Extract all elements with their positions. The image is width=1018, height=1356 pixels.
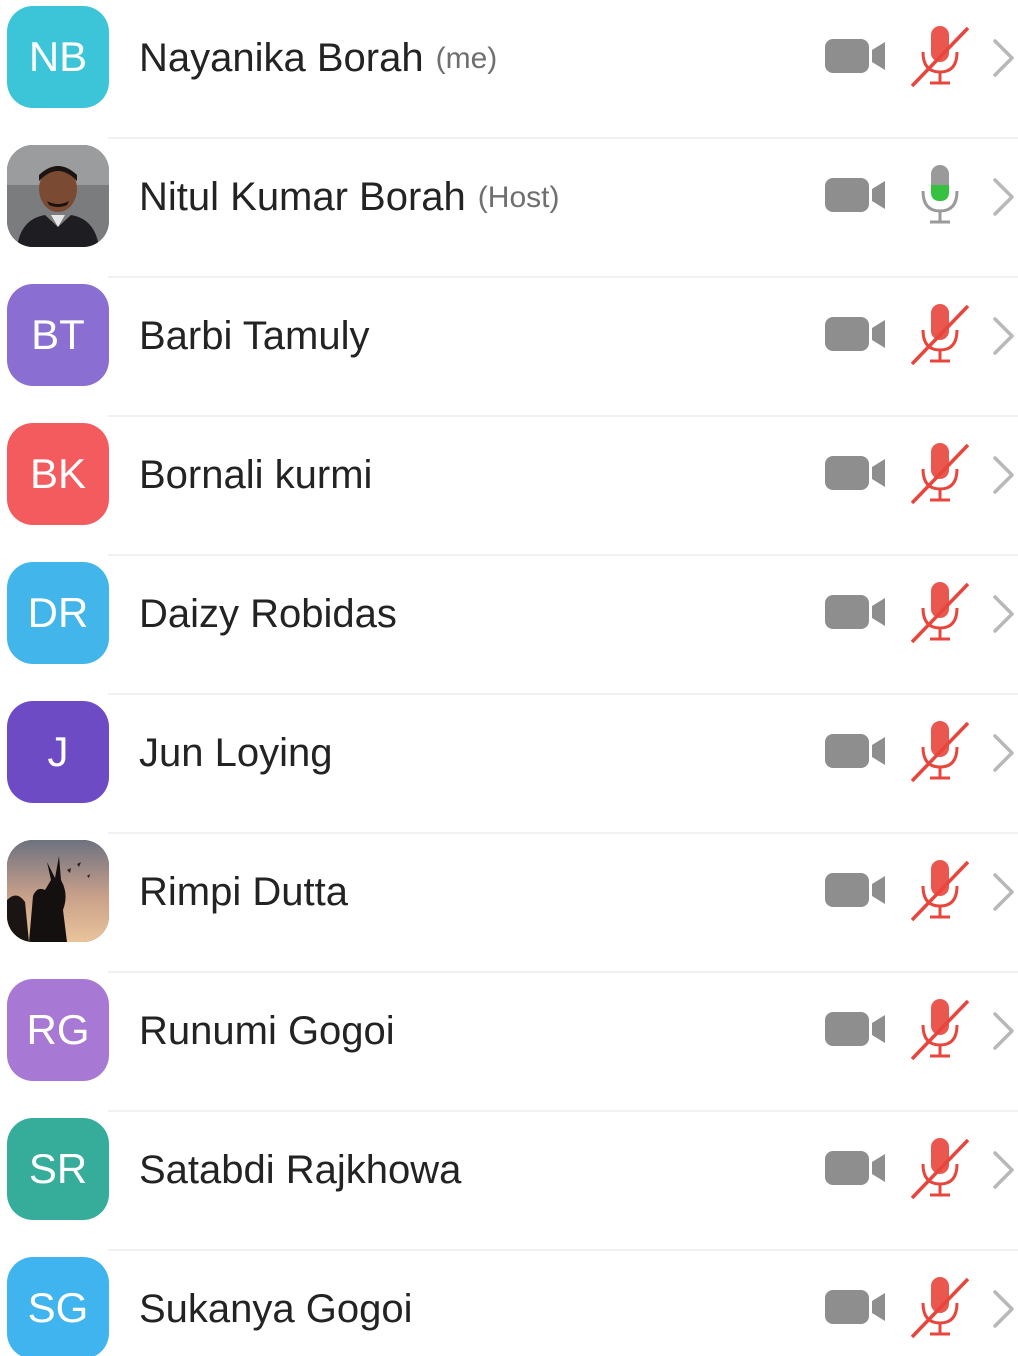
mic-muted-icon[interactable] [908,1275,972,1339]
avatar: DR [7,562,109,664]
avatar: SR [7,1118,109,1220]
avatar: NB [7,6,109,108]
participant-row[interactable]: BK Bornali kurmi [0,417,1018,556]
avatar [7,145,109,247]
avatar: J [7,701,109,803]
video-camera-icon[interactable] [825,872,887,908]
participant-row[interactable]: BT Barbi Tamuly [0,278,1018,417]
profile-photo-icon [7,145,109,247]
mic-muted-icon[interactable] [908,24,972,88]
video-camera-icon[interactable] [825,38,887,74]
chevron-right-icon[interactable] [990,1289,1016,1329]
chevron-right-icon[interactable] [990,38,1016,78]
chevron-right-icon[interactable] [990,733,1016,773]
chevron-right-icon[interactable] [990,455,1016,495]
participant-row[interactable]: J Jun Loying [0,695,1018,834]
video-camera-icon[interactable] [825,1289,887,1325]
chevron-right-icon[interactable] [990,1150,1016,1190]
participant-name: Rimpi Dutta [139,870,348,914]
participant-name-group: Jun Loying [139,695,332,812]
mic-muted-icon[interactable] [908,1136,972,1200]
participant-name-group: Barbi Tamuly [139,278,369,395]
participant-name-group: Satabdi Rajkhowa [139,1112,461,1229]
participant-name: Daizy Robidas [139,592,397,636]
mic-active-icon[interactable] [908,163,972,227]
video-camera-icon[interactable] [825,1011,887,1047]
participant-name-group: Rimpi Dutta [139,834,348,951]
chevron-right-icon[interactable] [990,177,1016,217]
participant-name: Satabdi Rajkhowa [139,1148,462,1192]
avatar-initials: BK [29,450,87,497]
avatar [7,840,109,942]
participant-name: Sukanya Gogoi [139,1287,413,1331]
participant-name: Jun Loying [139,731,333,775]
avatar: RG [7,979,109,1081]
chevron-right-icon[interactable] [990,872,1016,912]
participant-name-group: Runumi Gogoi [139,973,395,1090]
mic-muted-icon[interactable] [908,719,972,783]
avatar-initials: J [47,728,69,775]
avatar-initials: RG [26,1006,90,1053]
mic-muted-icon[interactable] [908,858,972,922]
participant-row[interactable]: NB Nayanika Borah (me) [0,0,1018,139]
profile-photo-icon [7,840,109,942]
avatar-initials: SR [28,1145,88,1192]
chevron-right-icon[interactable] [990,594,1016,634]
participant-row[interactable]: RG Runumi Gogoi [0,973,1018,1112]
mic-muted-icon[interactable] [908,441,972,505]
avatar: SG [7,1257,109,1356]
participant-row[interactable]: SR Satabdi Rajkhowa [0,1112,1018,1251]
participant-name-group: Nayanika Borah (me) [139,0,497,117]
avatar-initials: BT [31,311,85,358]
participant-role-tag: (Host) [477,180,560,214]
avatar-initials: SG [27,1284,89,1331]
participant-list: NB Nayanika Borah (me) Nitul Kumar Borah (Ho… [0,0,1018,1356]
avatar: BK [7,423,109,525]
video-camera-icon[interactable] [825,1150,887,1186]
mic-muted-icon[interactable] [908,580,972,644]
participant-name: Nayanika Borah [139,36,424,80]
participant-name: Runumi Gogoi [139,1009,395,1053]
chevron-right-icon[interactable] [990,316,1016,356]
video-camera-icon[interactable] [825,455,887,491]
participant-row[interactable]: Rimpi Dutta [0,834,1018,973]
video-camera-icon[interactable] [825,594,887,630]
mic-muted-icon[interactable] [908,997,972,1061]
participant-name: Bornali kurmi [139,453,373,497]
participant-name-group: Bornali kurmi [139,417,372,534]
video-camera-icon[interactable] [825,316,887,352]
video-camera-icon[interactable] [825,733,887,769]
participant-name: Barbi Tamuly [139,314,370,358]
participant-row[interactable]: DR Daizy Robidas [0,556,1018,695]
chevron-right-icon[interactable] [990,1011,1016,1051]
participant-name: Nitul Kumar Borah [139,175,466,219]
video-camera-icon[interactable] [825,177,887,213]
avatar-initials: NB [28,33,88,80]
participant-name-group: Daizy Robidas [139,556,397,673]
participant-row[interactable]: Nitul Kumar Borah (Host) [0,139,1018,278]
avatar-initials: DR [27,589,89,636]
participant-name-group: Nitul Kumar Borah (Host) [139,139,559,256]
avatar: BT [7,284,109,386]
participant-name-group: Sukanya Gogoi [139,1251,413,1356]
mic-muted-icon[interactable] [908,302,972,366]
participant-row[interactable]: SG Sukanya Gogoi [0,1251,1018,1356]
participant-role-tag: (me) [435,41,498,75]
